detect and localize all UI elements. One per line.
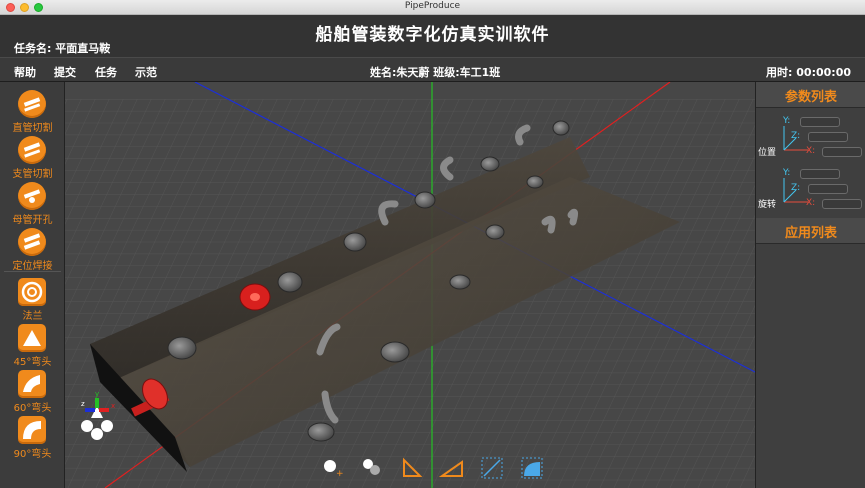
tool-pipe-cut[interactable]: 直管切割 (0, 86, 65, 134)
pipe-cut-icon (18, 90, 46, 118)
left-toolbar: 直管切割 支管切割 母管开孔 定位焊接 法兰 45°弯头 60°弯头 90°弯头 (0, 82, 65, 488)
bottom-toolbar: + (310, 454, 560, 486)
elbow-60-icon (18, 370, 46, 398)
params-title: 参数列表 (756, 82, 865, 108)
elapsed-timer: 用时: 00:00:00 (766, 66, 851, 79)
select-region-icon[interactable] (478, 454, 506, 482)
menu-help[interactable]: 帮助 (14, 64, 36, 80)
app-title: 船舶管装数字化仿真实训软件 (315, 25, 550, 45)
elbow-90-icon (18, 416, 46, 444)
svg-text:y: y (95, 390, 99, 398)
branch-cut-icon (18, 136, 46, 164)
apply-list[interactable] (756, 257, 865, 488)
rotation-group: 旋转 Y: Z: X: (756, 166, 865, 216)
apply-list-title: 应用列表 (756, 218, 865, 244)
points-icon[interactable] (358, 454, 386, 482)
menu-submit[interactable]: 提交 (54, 64, 76, 80)
elbow-45-icon (18, 324, 46, 352)
tool-flange[interactable]: 法兰 (0, 274, 65, 322)
position-x-input[interactable] (822, 147, 862, 157)
rotation-z-input[interactable] (808, 184, 848, 194)
tool-main-pipe-drill[interactable]: 母管开孔 (0, 178, 65, 226)
svg-text:+: + (336, 469, 344, 479)
axis-gizmo-icon (783, 178, 808, 203)
task-name-label: 任务名: 平面直马鞍 (14, 42, 111, 55)
flange-icon (18, 278, 46, 306)
right-panel: 参数列表 位置 Y: Z: X: 旋转 Y: Z: X: 应用列表 (755, 82, 865, 488)
rotation-x-input[interactable] (822, 199, 862, 209)
axis-gizmo-icon (783, 126, 808, 151)
tool-label: 90°弯头 (13, 449, 52, 460)
app-header: 船舶管装数字化仿真实训软件 任务名: 平面直马鞍 (0, 15, 865, 57)
svg-text:x: x (111, 402, 115, 410)
weld-icon (18, 228, 46, 256)
position-z-input[interactable] (808, 132, 848, 142)
tool-elbow-60[interactable]: 60°弯头 (0, 366, 65, 414)
rotation-label: 旋转 (758, 200, 777, 210)
3d-viewport[interactable]: z y x (65, 82, 755, 488)
tool-label: 定位焊接 (12, 261, 53, 272)
angle-ruler-icon[interactable] (398, 454, 426, 482)
triangle-ruler-icon[interactable] (438, 454, 466, 482)
scene-canvas: z y x (65, 82, 755, 488)
window-titlebar: PipeProduce (0, 0, 865, 15)
menu-task[interactable]: 任务 (95, 64, 117, 80)
toolbar-divider (4, 271, 61, 272)
position-group: 位置 Y: Z: X: (756, 114, 865, 164)
tool-elbow-45[interactable]: 45°弯头 (0, 320, 65, 368)
fill-region-icon[interactable] (518, 454, 546, 482)
window-title: PipeProduce (404, 1, 461, 11)
position-label: 位置 (758, 148, 777, 158)
tool-weld[interactable]: 定位焊接 (0, 224, 65, 272)
tool-elbow-90[interactable]: 90°弯头 (0, 412, 65, 460)
main-pipe-drill-icon (18, 182, 46, 210)
menu-demo[interactable]: 示范 (135, 64, 157, 80)
student-info: 姓名:朱天蔚 班级:车工1班 (370, 66, 501, 79)
menu-bar: 帮助 提交 任务 示范 姓名:朱天蔚 班级:车工1班 用时: 00:00:00 (0, 57, 865, 82)
tool-branch-cut[interactable]: 支管切割 (0, 132, 65, 180)
svg-text:z: z (81, 400, 85, 408)
add-point-icon[interactable]: + (318, 454, 346, 482)
